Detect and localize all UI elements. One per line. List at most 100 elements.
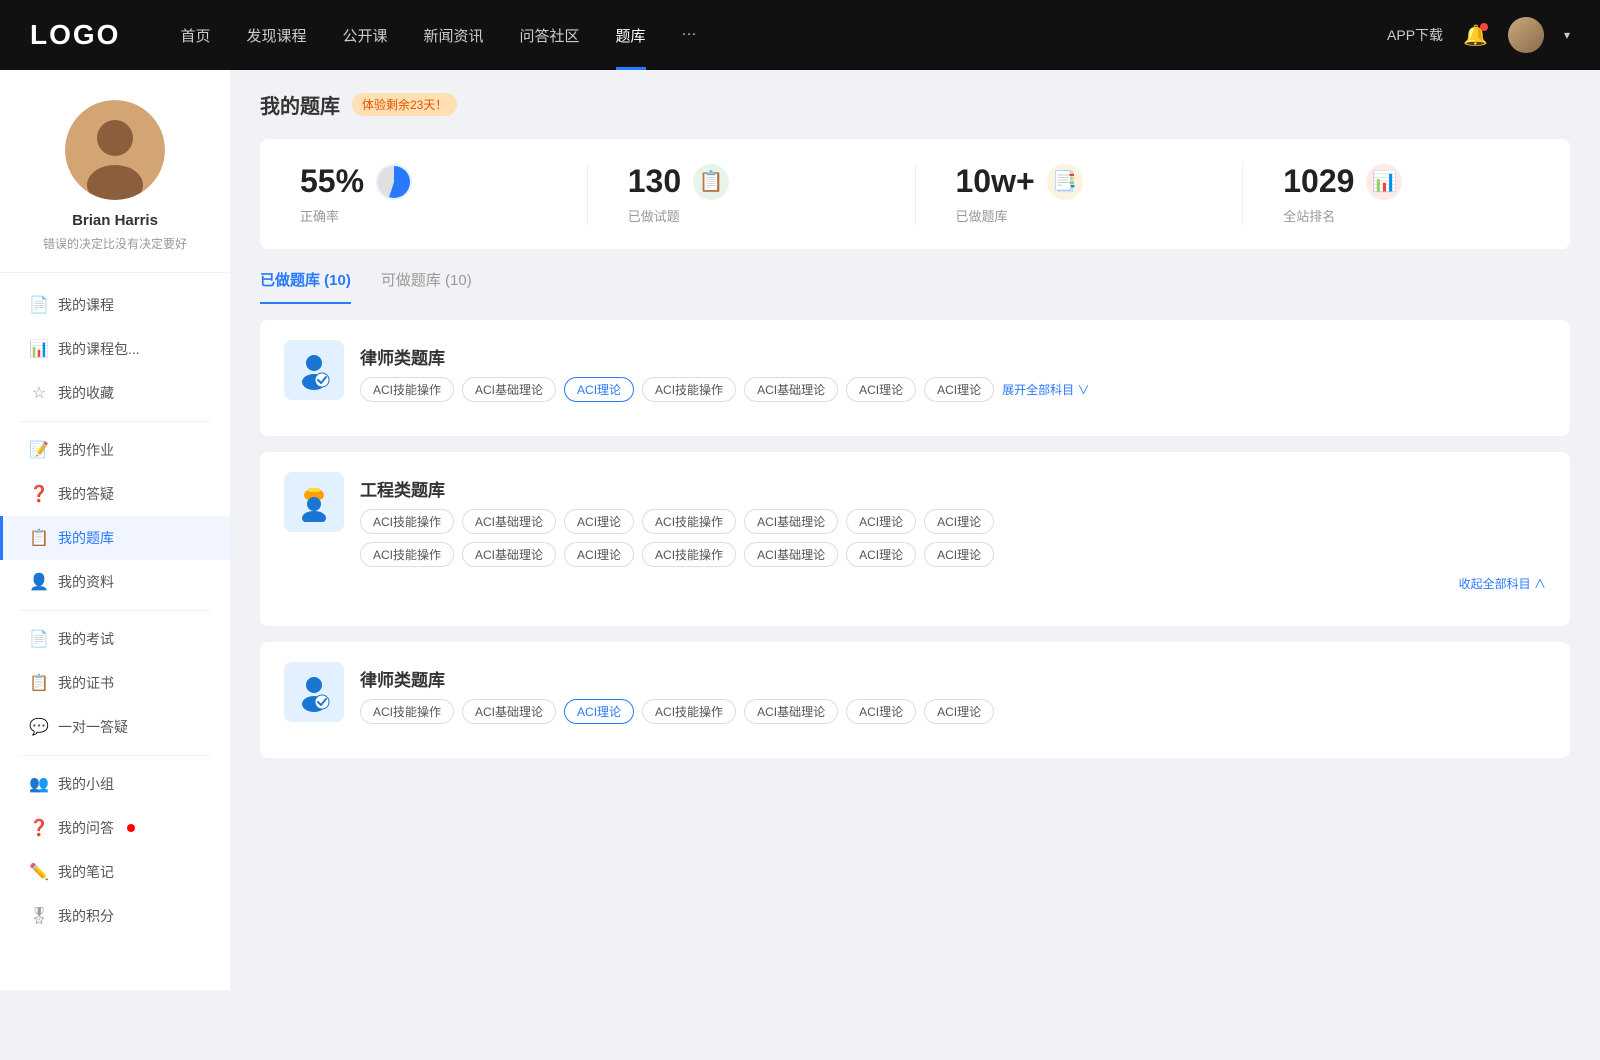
sidebar-item-label: 我的题库 bbox=[58, 528, 114, 548]
avatar-image bbox=[1508, 17, 1544, 53]
sidebar-item-my-qa[interactable]: ❓ 我的问答 bbox=[0, 806, 230, 850]
tag-aci-4[interactable]: ACI技能操作 bbox=[642, 377, 736, 402]
sidebar-item-question[interactable]: ❓ 我的答疑 bbox=[0, 472, 230, 516]
eng-tag-7[interactable]: ACI理论 bbox=[924, 509, 994, 534]
nav-opencourse[interactable]: 公开课 bbox=[342, 25, 387, 46]
sidebar-item-points[interactable]: 🎖 我的积分 bbox=[0, 894, 230, 938]
nav-qa[interactable]: 问答社区 bbox=[520, 25, 580, 46]
law2-tag-1[interactable]: ACI技能操作 bbox=[360, 699, 454, 724]
stat-done-questions: 130 📋 已做试题 bbox=[588, 163, 916, 225]
homework-icon: 📝 bbox=[30, 441, 48, 459]
tag-aci-3[interactable]: ACI理论 bbox=[564, 377, 634, 402]
user-dropdown-arrow[interactable]: ▾ bbox=[1564, 28, 1570, 42]
sidebar-item-group[interactable]: 👥 我的小组 bbox=[0, 762, 230, 806]
sidebar-item-label: 我的收藏 bbox=[58, 383, 114, 403]
my-course-icon: 📄 bbox=[30, 296, 48, 314]
1on1-icon: 💬 bbox=[30, 718, 48, 736]
law2-tag-3[interactable]: ACI理论 bbox=[564, 699, 634, 724]
tag-aci-6[interactable]: ACI理论 bbox=[846, 377, 916, 402]
done-banks-icon: 📑 bbox=[1047, 164, 1083, 200]
nav-more[interactable]: ··· bbox=[682, 25, 697, 46]
eng-tag-3[interactable]: ACI理论 bbox=[564, 509, 634, 534]
tab-available-banks[interactable]: 可做题库 (10) bbox=[381, 269, 472, 302]
engineer-tags-row1: ACI技能操作 ACI基础理论 ACI理论 ACI技能操作 ACI基础理论 AC… bbox=[360, 509, 1546, 534]
tag-aci-1[interactable]: ACI技能操作 bbox=[360, 377, 454, 402]
profile-avatar-image bbox=[65, 100, 165, 200]
eng-tag-1[interactable]: ACI技能操作 bbox=[360, 509, 454, 534]
sidebar-item-course-package[interactable]: 📊 我的课程包... bbox=[0, 327, 230, 371]
stats-bar: 55% 正确率 130 📋 已做试题 10w+ 📑 bbox=[260, 139, 1570, 249]
sidebar-divider-1 bbox=[20, 421, 210, 422]
stat-done-label: 已做试题 bbox=[628, 206, 875, 225]
pie-chart-icon bbox=[378, 166, 410, 198]
sidebar-item-exam[interactable]: 📄 我的考试 bbox=[0, 617, 230, 661]
stat-done-top: 130 📋 bbox=[628, 163, 875, 200]
sidebar-item-1on1[interactable]: 💬 一对一答疑 bbox=[0, 705, 230, 749]
law2-tag-4[interactable]: ACI技能操作 bbox=[642, 699, 736, 724]
sidebar-item-label: 我的资料 bbox=[58, 572, 114, 592]
eng-tag2-3[interactable]: ACI理论 bbox=[564, 542, 634, 567]
collection-icon: ☆ bbox=[30, 384, 48, 402]
qbank-card-lawyer-2: 律师类题库 ACI技能操作 ACI基础理论 ACI理论 ACI技能操作 ACI基… bbox=[260, 642, 1570, 758]
eng-tag2-7[interactable]: ACI理论 bbox=[924, 542, 994, 567]
sidebar-item-label: 我的作业 bbox=[58, 440, 114, 460]
qbank-card-header-1: 律师类题库 ACI技能操作 ACI基础理论 ACI理论 ACI技能操作 ACI基… bbox=[284, 340, 1546, 402]
sidebar-profile: Brian Harris 错误的决定比没有决定要好 bbox=[0, 100, 230, 273]
tag-aci-7[interactable]: ACI理论 bbox=[924, 377, 994, 402]
sidebar-item-collection[interactable]: ☆ 我的收藏 bbox=[0, 371, 230, 415]
stat-accuracy: 55% 正确率 bbox=[260, 163, 588, 225]
eng-tag2-1[interactable]: ACI技能操作 bbox=[360, 542, 454, 567]
sidebar-item-label: 我的小组 bbox=[58, 774, 114, 794]
lawyer-qbank-icon-2 bbox=[284, 662, 344, 722]
nav-qbank[interactable]: 题库 bbox=[616, 25, 646, 46]
law2-tag-2[interactable]: ACI基础理论 bbox=[462, 699, 556, 724]
collapse-link[interactable]: 收起全部科目 ∧ bbox=[360, 575, 1546, 592]
stat-banks-value: 10w+ bbox=[956, 163, 1035, 200]
tag-aci-5[interactable]: ACI基础理论 bbox=[744, 377, 838, 402]
notification-dot bbox=[1480, 23, 1488, 31]
profile-icon: 👤 bbox=[30, 573, 48, 591]
law2-tag-5[interactable]: ACI基础理论 bbox=[744, 699, 838, 724]
stat-rank-label: 全站排名 bbox=[1283, 206, 1530, 225]
notification-bell[interactable]: 🔔 bbox=[1463, 23, 1488, 48]
nav-home[interactable]: 首页 bbox=[180, 25, 210, 46]
stat-banks-top: 10w+ 📑 bbox=[956, 163, 1203, 200]
eng-tag-2[interactable]: ACI基础理论 bbox=[462, 509, 556, 534]
rank-icon: 📊 bbox=[1366, 164, 1402, 200]
tab-done-banks[interactable]: 已做题库 (10) bbox=[260, 269, 351, 302]
expand-link-1[interactable]: 展开全部科目 ∨ bbox=[1002, 381, 1089, 398]
tag-aci-2[interactable]: ACI基础理论 bbox=[462, 377, 556, 402]
notes-icon: ✏️ bbox=[30, 863, 48, 881]
eng-tag2-4[interactable]: ACI技能操作 bbox=[642, 542, 736, 567]
stat-rank: 1029 📊 全站排名 bbox=[1243, 163, 1570, 225]
stat-done-value: 130 bbox=[628, 163, 681, 200]
app-download-link[interactable]: APP下载 bbox=[1387, 25, 1443, 45]
stat-rank-value: 1029 bbox=[1283, 163, 1354, 200]
sidebar-item-qbank[interactable]: 📋 我的题库 bbox=[0, 516, 230, 560]
eng-tag-5[interactable]: ACI基础理论 bbox=[744, 509, 838, 534]
sidebar-item-profile[interactable]: 👤 我的资料 bbox=[0, 560, 230, 604]
eng-tag2-5[interactable]: ACI基础理论 bbox=[744, 542, 838, 567]
sidebar-item-homework[interactable]: 📝 我的作业 bbox=[0, 428, 230, 472]
accuracy-icon bbox=[376, 164, 412, 200]
law2-tag-6[interactable]: ACI理论 bbox=[846, 699, 916, 724]
nav-discover[interactable]: 发现课程 bbox=[246, 25, 306, 46]
avatar[interactable] bbox=[1508, 17, 1544, 53]
eng-tag-4[interactable]: ACI技能操作 bbox=[642, 509, 736, 534]
sidebar-item-certificate[interactable]: 📋 我的证书 bbox=[0, 661, 230, 705]
lawyer-qbank-title-1: 律师类题库 bbox=[360, 344, 1089, 369]
eng-tag2-6[interactable]: ACI理论 bbox=[846, 542, 916, 567]
sidebar-item-my-course[interactable]: 📄 我的课程 bbox=[0, 283, 230, 327]
qbank-card-header-2: 工程类题库 ACI技能操作 ACI基础理论 ACI理论 ACI技能操作 ACI基… bbox=[284, 472, 1546, 592]
law2-tag-7[interactable]: ACI理论 bbox=[924, 699, 994, 724]
sidebar-item-label: 一对一答疑 bbox=[58, 717, 128, 737]
sidebar-item-notes[interactable]: ✏️ 我的笔记 bbox=[0, 850, 230, 894]
lawyer-qbank-icon-1 bbox=[284, 340, 344, 400]
nav-news[interactable]: 新闻资讯 bbox=[424, 25, 484, 46]
eng-tag-6[interactable]: ACI理论 bbox=[846, 509, 916, 534]
stat-accuracy-top: 55% bbox=[300, 163, 547, 200]
page-title-bar: 我的题库 体验剩余23天！ bbox=[260, 90, 1570, 119]
logo: LOGO bbox=[30, 19, 120, 51]
group-icon: 👥 bbox=[30, 775, 48, 793]
eng-tag2-2[interactable]: ACI基础理论 bbox=[462, 542, 556, 567]
